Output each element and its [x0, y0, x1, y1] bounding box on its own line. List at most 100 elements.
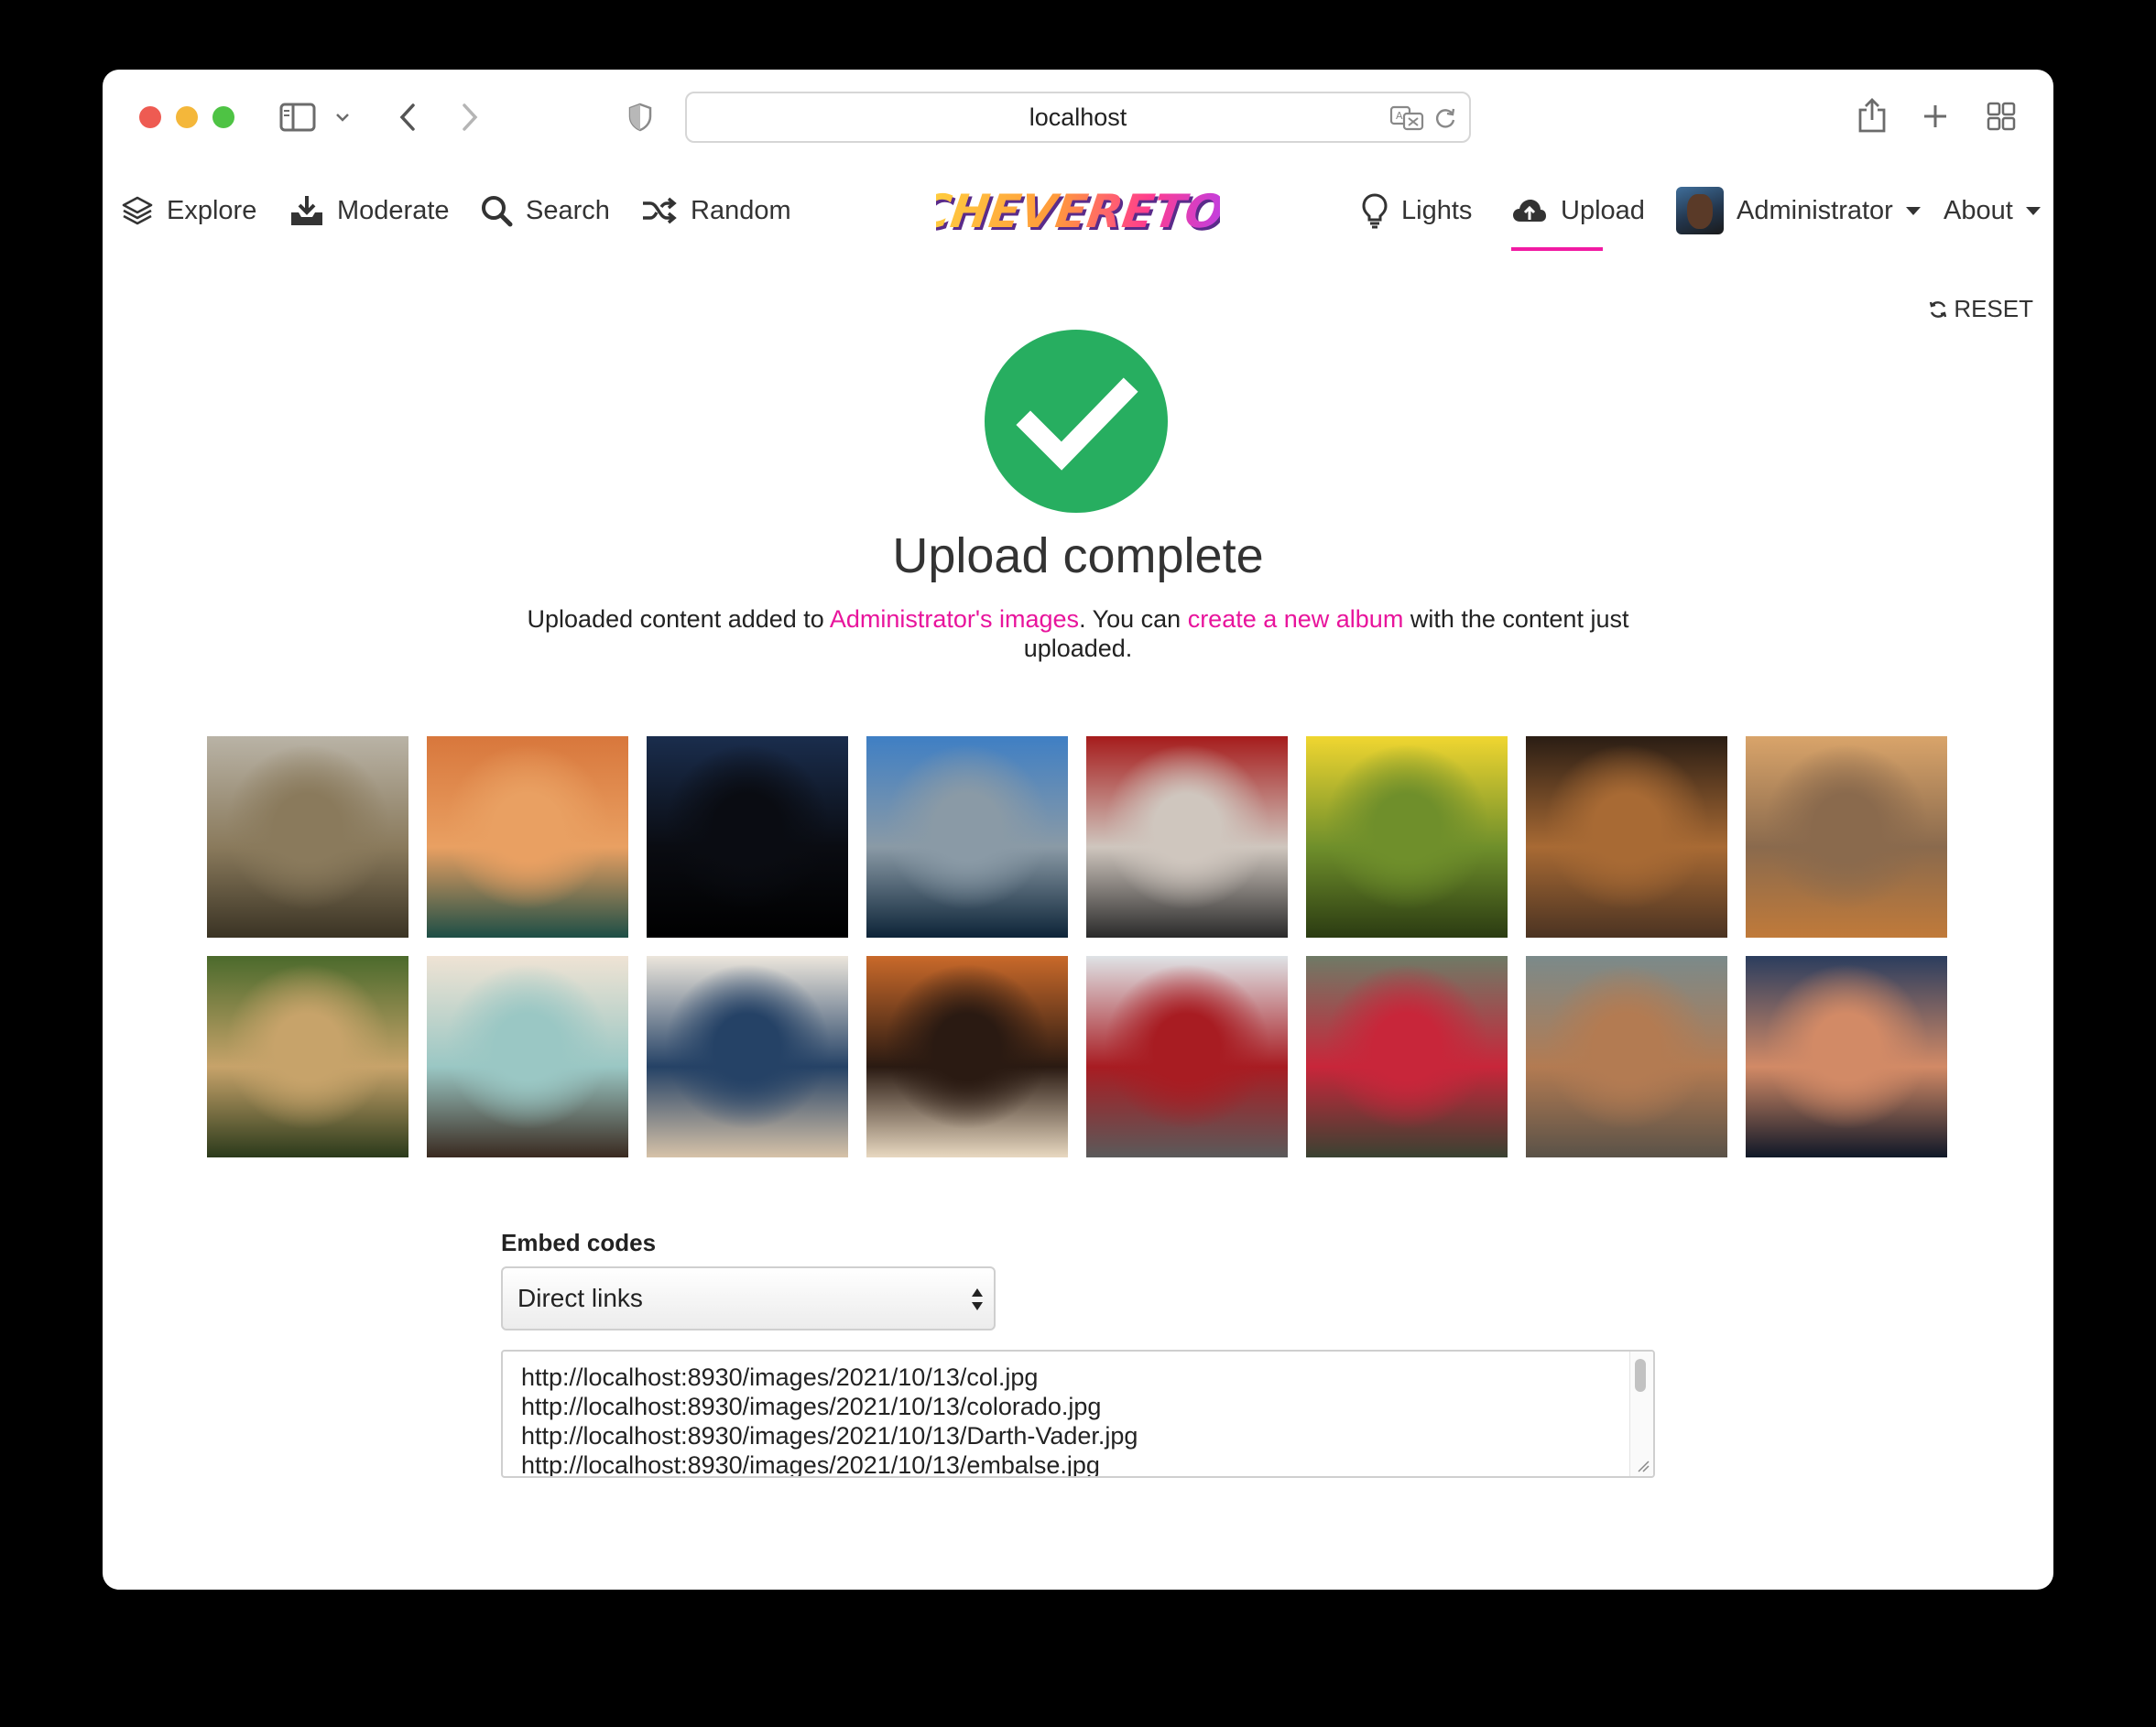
thumbnail-girl-umbrella[interactable]: [1306, 956, 1508, 1157]
thumbnail-pencil-world[interactable]: [647, 956, 848, 1157]
message-prefix: Uploaded content added to: [527, 605, 830, 633]
svg-text:A: A: [1396, 110, 1403, 122]
thumbnail-image: [427, 736, 628, 938]
user-images-link[interactable]: Administrator's images: [830, 605, 1079, 633]
nav-random-label: Random: [691, 195, 791, 225]
nav-upload-label: Upload: [1561, 195, 1645, 225]
search-icon: [482, 196, 513, 227]
browser-window: localhost A Explore Moderate Search Rand…: [103, 70, 2053, 1590]
upload-message: Uploaded content added to Administrator'…: [487, 604, 1669, 663]
embed-code-lines: http://localhost:8930/images/2021/10/13/…: [521, 1363, 1138, 1478]
nav-search-label: Search: [526, 195, 610, 225]
resize-handle-icon[interactable]: [1635, 1458, 1650, 1472]
thumbnail-image: [1746, 736, 1947, 938]
uploaded-images-grid: [207, 736, 1949, 1157]
embed-type-select[interactable]: Direct links: [501, 1266, 996, 1331]
thumbnail-image: [1086, 736, 1288, 938]
nav-random[interactable]: Random: [641, 165, 791, 256]
lightbulb-icon: [1362, 193, 1388, 229]
nav-lights[interactable]: Lights: [1361, 165, 1472, 256]
share-icon[interactable]: [1856, 95, 1889, 136]
thumbnail-image: [1746, 956, 1947, 1157]
embed-codes-label: Embed codes: [501, 1229, 657, 1256]
minimize-window-button[interactable]: [176, 106, 198, 128]
thumbnail-yellow-flowers[interactable]: [1306, 736, 1508, 938]
thumbnail-puppies[interactable]: [1526, 956, 1727, 1157]
thumbnail-image: [1526, 956, 1727, 1157]
embed-code-line: http://localhost:8930/images/2021/10/13/…: [521, 1363, 1039, 1391]
success-check-icon: [985, 330, 1168, 513]
new-tab-icon[interactable]: [1922, 103, 1949, 130]
thumbnail-leopard[interactable]: [207, 956, 408, 1157]
caret-down-icon: [1905, 206, 1921, 215]
thumbnail-image: [1526, 736, 1727, 938]
thumbnail-image: [866, 736, 1068, 938]
thumbnail-tiger[interactable]: [866, 956, 1068, 1157]
message-middle: . You can: [1079, 605, 1188, 633]
forward-icon[interactable]: [456, 99, 484, 136]
refresh-icon: [1930, 300, 1947, 318]
nav-moderate-label: Moderate: [337, 195, 450, 225]
nav-lights-label: Lights: [1401, 195, 1473, 225]
avatar: [1676, 187, 1724, 234]
thumbnail-cat[interactable]: [1746, 736, 1947, 938]
thumbnail-canyon-river[interactable]: [427, 736, 628, 938]
zoom-window-button[interactable]: [212, 106, 234, 128]
thumbnail-image: [1306, 736, 1508, 938]
thumbnail-dock-sunset[interactable]: [1746, 956, 1947, 1157]
embed-code-line: http://localhost:8930/images/2021/10/13/…: [521, 1422, 1138, 1450]
privacy-shield-icon[interactable]: [626, 101, 654, 134]
cloud-upload-icon: [1513, 200, 1546, 222]
sidebar-toggle-icon[interactable]: [278, 101, 317, 134]
nav-explore[interactable]: Explore: [121, 165, 256, 256]
thumbnail-image: [207, 956, 408, 1157]
reset-button[interactable]: RESET: [1928, 295, 2033, 323]
nav-moderate[interactable]: Moderate: [289, 165, 450, 256]
thumbnail-sea-lion[interactable]: [1526, 736, 1727, 938]
nav-search[interactable]: Search: [480, 165, 610, 256]
active-tab-indicator: [1511, 247, 1603, 251]
thumbnail-image: [647, 736, 848, 938]
nav-upload[interactable]: Upload: [1511, 165, 1645, 256]
tab-overview-icon[interactable]: [1986, 101, 2017, 132]
nav-about[interactable]: About: [1944, 165, 2041, 256]
inbox-download-icon: [291, 196, 322, 225]
browser-toolbar: localhost A: [103, 70, 2053, 165]
layers-icon: [122, 196, 153, 225]
select-arrows-icon: [972, 1288, 983, 1310]
thumbnail-painting-girl[interactable]: [427, 956, 628, 1157]
reload-icon[interactable]: [1432, 105, 1458, 131]
thumbnail-image: [866, 956, 1068, 1157]
nav-user-menu[interactable]: Administrator: [1676, 165, 1921, 256]
nav-about-label: About: [1944, 195, 2013, 225]
logo-text: CHEVERETO: [936, 184, 1220, 238]
thumbnail-image: [647, 956, 848, 1157]
page-title: Upload complete: [892, 528, 1264, 583]
nav-explore-label: Explore: [167, 195, 257, 225]
thumbnail-mountain-valley[interactable]: [207, 736, 408, 938]
address-bar[interactable]: localhost A: [685, 92, 1471, 143]
thumbnail-image: [1306, 956, 1508, 1157]
thumbnail-lake-embalse[interactable]: [866, 736, 1068, 938]
embed-code-line: http://localhost:8930/images/2021/10/13/…: [521, 1393, 1102, 1420]
back-icon[interactable]: [394, 99, 421, 136]
caret-down-icon: [2025, 206, 2041, 215]
chevereto-logo[interactable]: CHEVERETO CHEVERETO: [936, 179, 1220, 244]
embed-codes-textarea[interactable]: http://localhost:8930/images/2021/10/13/…: [501, 1350, 1655, 1478]
chevron-down-icon[interactable]: [333, 106, 352, 128]
thumbnail-image: [427, 956, 628, 1157]
shuffle-icon: [643, 197, 677, 224]
nav-user-label: Administrator: [1737, 195, 1893, 225]
embed-type-value: Direct links: [517, 1284, 643, 1312]
close-window-button[interactable]: [139, 106, 161, 128]
scrollbar-thumb[interactable]: [1635, 1359, 1646, 1392]
thumbnail-guitarist[interactable]: [1086, 736, 1288, 938]
address-text: localhost: [1029, 103, 1127, 131]
thumbnail-motorcycle[interactable]: [1086, 956, 1288, 1157]
thumbnail-image: [207, 736, 408, 938]
thumbnail-darth-vader[interactable]: [647, 736, 848, 938]
thumbnail-image: [1086, 956, 1288, 1157]
translate-icon[interactable]: A: [1388, 104, 1425, 132]
embed-code-line: http://localhost:8930/images/2021/10/13/…: [521, 1451, 1100, 1478]
create-album-link[interactable]: create a new album: [1188, 605, 1404, 633]
